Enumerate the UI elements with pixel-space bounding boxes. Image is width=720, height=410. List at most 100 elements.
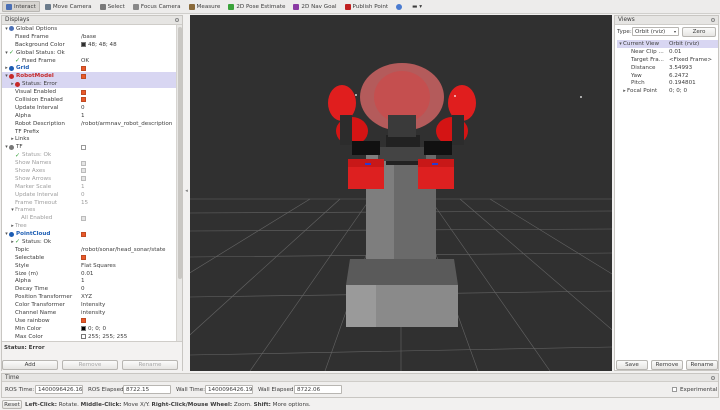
checkbox[interactable]: [81, 168, 86, 174]
display-row[interactable]: ▸ ✓ Status: Ok: [2, 238, 176, 246]
display-row[interactable]: Decay Time 0: [2, 285, 176, 293]
display-row-value[interactable]: [81, 215, 88, 221]
display-row-value[interactable]: [81, 231, 88, 237]
display-row[interactable]: ▾ ✓ Global Status: Ok: [2, 49, 176, 57]
display-row-value[interactable]: /base: [81, 34, 96, 40]
wall-elapsed-field[interactable]: 8722.06: [294, 385, 342, 394]
display-row[interactable]: ▾ PointCloud: [2, 230, 176, 238]
display-row-value[interactable]: /robot/armnav_robot_description: [81, 121, 172, 127]
display-row[interactable]: ▸ Status: Error: [2, 80, 176, 89]
display-row-value[interactable]: [81, 65, 88, 71]
checkbox[interactable]: [81, 73, 86, 79]
checkbox[interactable]: [81, 160, 86, 166]
experimental-checkbox[interactable]: [672, 387, 677, 392]
display-row-value[interactable]: 48; 48; 48: [81, 42, 117, 48]
toolbar-publish-point-button[interactable]: Publish Point: [342, 1, 392, 12]
display-row[interactable]: Background Color 48; 48; 48: [2, 41, 176, 49]
display-row[interactable]: ✓ Status: Ok: [2, 151, 176, 159]
color-swatch[interactable]: [81, 42, 86, 48]
display-row[interactable]: Use rainbow: [2, 317, 176, 325]
current-view-row[interactable]: ▾ Current View Orbit (rviz): [617, 40, 718, 48]
view-property-value[interactable]: <Fixed Frame>: [669, 57, 712, 63]
display-row-value[interactable]: 0: [81, 192, 85, 198]
checkbox[interactable]: [81, 231, 86, 237]
display-row[interactable]: Collision Enabled: [2, 96, 176, 104]
display-row[interactable]: Color Transformer Intensity: [2, 301, 176, 309]
checkbox[interactable]: [81, 144, 86, 150]
view-property-row[interactable]: ▸ Focal Point 0; 0; 0: [617, 87, 718, 95]
display-row-value[interactable]: 0; 0; 0: [81, 326, 106, 332]
ros-time-field[interactable]: 1400096426.16: [35, 385, 83, 394]
display-row[interactable]: Frame Timeout 15: [2, 199, 176, 207]
view-property-row[interactable]: Yaw 6.2472: [617, 72, 718, 80]
close-icon[interactable]: [175, 18, 179, 22]
view-property-value[interactable]: 0; 0; 0: [669, 88, 687, 94]
display-row-value[interactable]: [81, 73, 88, 79]
color-swatch[interactable]: [81, 326, 86, 332]
display-row[interactable]: Show Arrows: [2, 175, 176, 183]
display-row[interactable]: Size (m) 0.01: [2, 270, 176, 278]
display-row-value[interactable]: Intensity: [81, 302, 105, 308]
remove-display-button[interactable]: Remove: [62, 360, 118, 370]
display-row-value[interactable]: 0: [81, 105, 85, 111]
display-row[interactable]: Alpha 1: [2, 278, 176, 286]
view-property-value[interactable]: 3.54993: [669, 65, 692, 71]
display-row[interactable]: ✓ Fixed Frame OK: [2, 57, 176, 65]
toolbar-focus-camera-button[interactable]: Focus Camera: [130, 1, 184, 12]
view-type-select[interactable]: Orbit (rviz) ▾: [632, 27, 679, 36]
display-row-value[interactable]: OK: [81, 58, 89, 64]
display-row[interactable]: Show Axes: [2, 167, 176, 175]
rename-display-button[interactable]: Rename: [122, 360, 178, 370]
wall-time-field[interactable]: 1400096426.19: [205, 385, 253, 394]
display-row[interactable]: ▾ RobotModel: [2, 72, 176, 81]
zero-button[interactable]: Zero: [682, 27, 716, 37]
save-view-button[interactable]: Save: [616, 360, 648, 370]
checkbox[interactable]: [81, 176, 86, 182]
view-property-value[interactable]: 0.194801: [669, 80, 696, 86]
display-row-value[interactable]: /robot/sonar/head_sonar/state: [81, 247, 165, 253]
color-swatch[interactable]: [81, 334, 86, 340]
display-row-value[interactable]: [81, 318, 88, 324]
view-property-value[interactable]: 6.2472: [669, 73, 689, 79]
display-row[interactable]: Marker Scale 1: [2, 183, 176, 191]
display-row-value[interactable]: [81, 97, 88, 103]
view-property-row[interactable]: Target Fra... <Fixed Frame>: [617, 56, 718, 64]
display-row[interactable]: Style Flat Squares: [2, 262, 176, 270]
toolbar-interact-button[interactable]: Interact: [2, 1, 40, 12]
display-row[interactable]: ▸ Tree: [2, 222, 176, 230]
display-row-value[interactable]: 1: [81, 113, 85, 119]
display-row-value[interactable]: Flat Squares: [81, 263, 116, 269]
display-row[interactable]: Position Transformer XYZ: [2, 293, 176, 301]
display-row[interactable]: ▾ Frames: [2, 206, 176, 214]
view-property-row[interactable]: Distance 3.54993: [617, 64, 718, 72]
display-row[interactable]: ▾ Global Options: [2, 25, 176, 33]
toolbar-move-camera-button[interactable]: Move Camera: [42, 1, 95, 12]
close-icon[interactable]: [711, 375, 715, 380]
display-row[interactable]: ▾ TF: [2, 143, 176, 151]
display-row[interactable]: Min Color 0; 0; 0: [2, 325, 176, 333]
remove-view-button[interactable]: Remove: [651, 360, 683, 370]
display-row-value[interactable]: XYZ: [81, 294, 92, 300]
toolbar-2d-pose-estimate-button[interactable]: 2D Pose Estimate: [225, 1, 288, 12]
display-row[interactable]: Update Interval 0: [2, 104, 176, 112]
checkbox[interactable]: [81, 318, 86, 324]
toolbar-2d-nav-goal-button[interactable]: 2D Nav Goal: [290, 1, 339, 12]
display-row[interactable]: Channel Name intensity: [2, 309, 176, 317]
display-row-value[interactable]: intensity: [81, 310, 105, 316]
display-row-value[interactable]: 15: [81, 200, 88, 206]
display-row-value[interactable]: 1: [81, 278, 85, 284]
display-row-value[interactable]: [81, 168, 88, 174]
display-row[interactable]: Selectable: [2, 254, 176, 262]
rename-view-button[interactable]: Rename: [686, 360, 718, 370]
checkbox[interactable]: [81, 215, 86, 221]
checkbox[interactable]: [81, 65, 86, 71]
display-row-value[interactable]: 255; 255; 255: [81, 334, 127, 340]
ros-elapsed-field[interactable]: 8722.15: [123, 385, 171, 394]
toolbar-select-button[interactable]: Select: [97, 1, 128, 12]
display-row[interactable]: Fixed Frame/base: [2, 33, 176, 41]
display-row-value[interactable]: [81, 144, 88, 150]
view-property-value[interactable]: 0.01: [669, 49, 681, 55]
left-splitter-handle[interactable]: ◂: [184, 188, 189, 196]
display-row[interactable]: TF Prefix: [2, 128, 176, 136]
display-row[interactable]: Robot Description/robot/armnav_robot_des…: [2, 120, 176, 128]
